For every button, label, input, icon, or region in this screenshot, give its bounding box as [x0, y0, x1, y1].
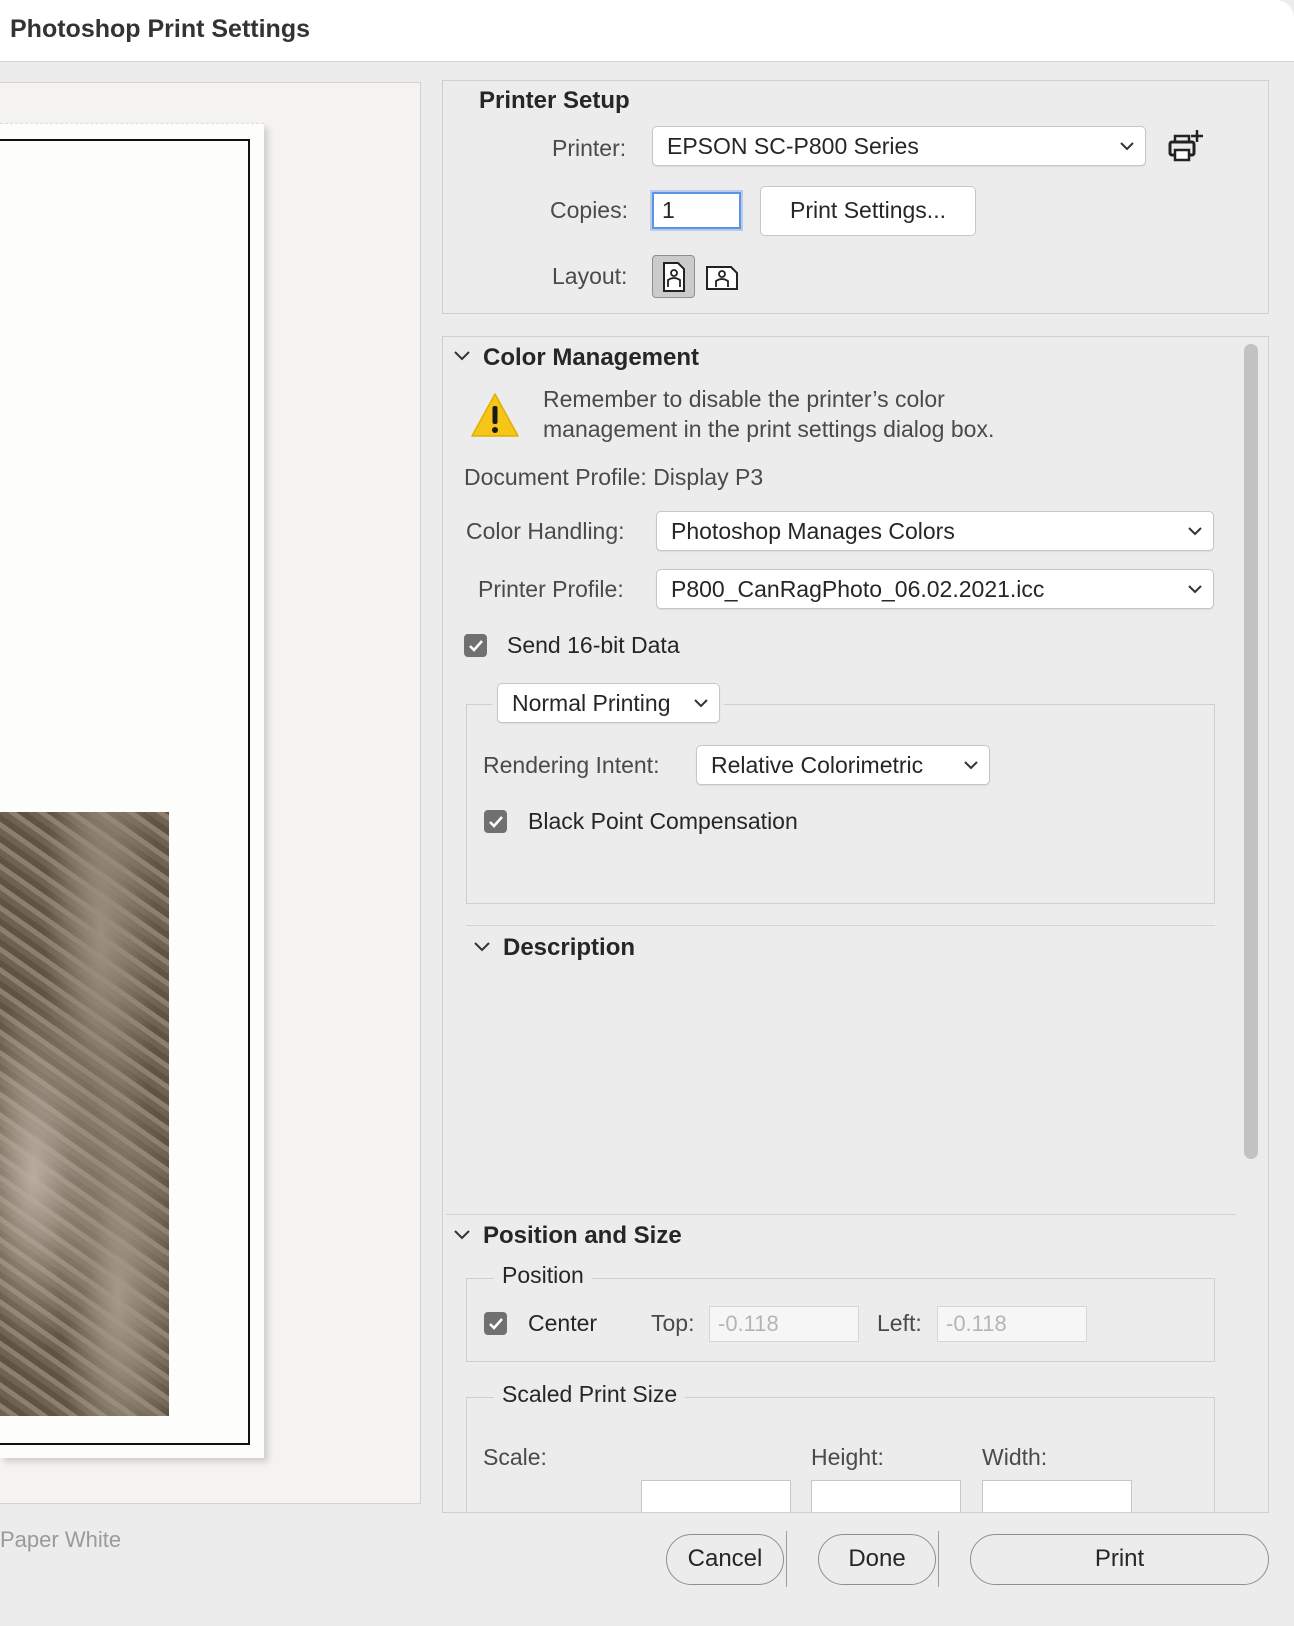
scroll-panel-bottom-edge — [442, 1512, 1269, 1513]
printer-profile-label: Printer Profile: — [478, 576, 624, 602]
chevron-down-icon — [474, 942, 490, 952]
print-button[interactable]: Print — [970, 1534, 1269, 1585]
scaled-size-group-label: Scaled Print Size — [494, 1381, 686, 1408]
printer-select-value: EPSON SC-P800 Series — [667, 133, 919, 159]
description-title: Description — [503, 934, 636, 961]
print-settings-button[interactable]: Print Settings... — [760, 186, 976, 236]
description-disclosure[interactable] — [473, 940, 491, 958]
rendering-intent-value: Relative Colorimetric — [711, 752, 924, 778]
top-input[interactable]: -0.118 — [709, 1306, 859, 1342]
landscape-layout-button[interactable] — [700, 255, 743, 298]
position-group-label: Position — [494, 1262, 592, 1289]
copies-label: Copies: — [550, 197, 628, 223]
scale-label: Scale: — [483, 1444, 547, 1470]
rendering-intent-select[interactable]: Relative Colorimetric — [696, 745, 990, 785]
document-profile: Document Profile: Display P3 — [464, 464, 764, 490]
color-management-disclosure[interactable] — [453, 349, 471, 367]
printer-select[interactable]: EPSON SC-P800 Series — [652, 126, 1146, 166]
checkmark-icon — [468, 640, 483, 652]
chevron-down-icon — [963, 746, 979, 784]
preview-image — [0, 812, 169, 1416]
window-title: Photoshop Print Settings — [10, 15, 310, 43]
copies-input[interactable]: 1 — [652, 192, 741, 229]
portrait-layout-icon — [662, 261, 685, 292]
width-label: Width: — [982, 1444, 1048, 1470]
checkmark-icon — [488, 1318, 503, 1330]
landscape-layout-icon — [705, 265, 738, 290]
description-divider — [466, 925, 1215, 926]
center-label: Center — [528, 1310, 598, 1336]
button-separator — [786, 1531, 787, 1587]
scale-input[interactable] — [641, 1480, 791, 1512]
cancel-button[interactable]: Cancel — [666, 1534, 784, 1585]
layout-label: Layout: — [552, 263, 628, 289]
printing-mode-group — [466, 704, 1215, 904]
black-point-label: Black Point Compensation — [528, 808, 798, 834]
checkmark-icon — [488, 816, 503, 828]
printer-profile-value: P800_CanRagPhoto_06.02.2021.icc — [671, 576, 1045, 602]
printer-setup-title: Printer Setup — [479, 87, 630, 114]
color-handling-label: Color Handling: — [466, 518, 625, 544]
color-management-title: Color Management — [483, 344, 700, 371]
send-16bit-checkbox[interactable] — [464, 634, 487, 657]
scrollbar-thumb[interactable] — [1244, 344, 1258, 1159]
chevron-down-icon — [693, 684, 709, 722]
button-separator — [938, 1531, 939, 1587]
printer-label: Printer: — [552, 135, 627, 161]
chevron-down-icon — [454, 1230, 470, 1240]
portrait-layout-button[interactable] — [652, 255, 695, 298]
black-point-checkbox[interactable] — [484, 810, 507, 833]
printing-mode-select[interactable]: Normal Printing — [497, 683, 720, 723]
left-label: Left: — [877, 1310, 922, 1336]
printer-profile-select[interactable]: P800_CanRagPhoto_06.02.2021.icc — [656, 569, 1214, 609]
position-size-disclosure[interactable] — [453, 1228, 471, 1246]
rendering-intent-label: Rendering Intent: — [483, 752, 660, 778]
position-size-title: Position and Size — [483, 1222, 682, 1249]
width-input[interactable] — [982, 1480, 1132, 1512]
chevron-down-icon — [1187, 512, 1203, 550]
warning-icon — [470, 391, 520, 444]
chevron-down-icon — [1119, 127, 1135, 165]
chevron-down-icon — [454, 351, 470, 361]
done-button[interactable]: Done — [818, 1534, 936, 1585]
height-label: Height: — [811, 1444, 884, 1470]
top-label: Top: — [651, 1310, 695, 1336]
printing-mode-value: Normal Printing — [512, 690, 671, 716]
color-handling-value: Photoshop Manages Colors — [671, 518, 955, 544]
printer-add-icon[interactable] — [1166, 128, 1206, 166]
center-checkbox[interactable] — [484, 1312, 507, 1335]
warning-text-line1: Remember to disable the printer’s color — [543, 386, 945, 412]
color-handling-select[interactable]: Photoshop Manages Colors — [656, 511, 1214, 551]
position-divider — [446, 1214, 1236, 1215]
send-16bit-label: Send 16-bit Data — [507, 632, 680, 658]
left-input[interactable]: -0.118 — [937, 1306, 1087, 1342]
warning-text-line2: management in the print settings dialog … — [543, 416, 995, 442]
height-input[interactable] — [811, 1480, 961, 1512]
paper-white-label: Paper White — [0, 1527, 122, 1552]
chevron-down-icon — [1187, 570, 1203, 608]
